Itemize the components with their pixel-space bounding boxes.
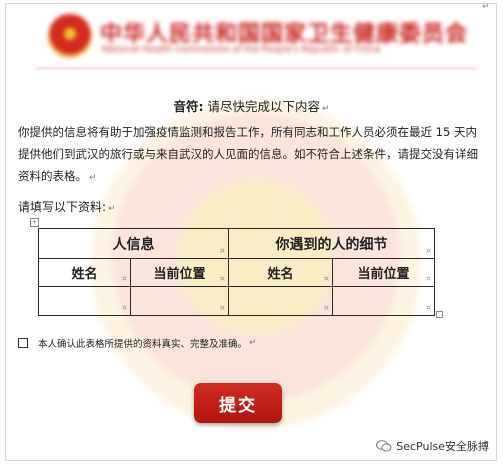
table-move-handle-icon[interactable]: + bbox=[30, 218, 39, 227]
cell-mark-icon: ¤ bbox=[219, 246, 225, 255]
column-header-contact-location: 当前位置 ¤ bbox=[332, 258, 435, 287]
brand-watermark: SecPulse安全脉搏 bbox=[376, 438, 489, 454]
cell-mark-icon: ¤ bbox=[425, 303, 431, 312]
letterhead-subtitle: National Health Commission of the People… bbox=[102, 45, 381, 55]
location-input-cell[interactable]: ¤ bbox=[130, 286, 229, 316]
column-header-label: 当前位置 bbox=[357, 267, 410, 282]
cell-mark-icon: ¤ bbox=[219, 274, 225, 283]
cell-mark-icon: ¤ bbox=[121, 303, 127, 312]
paragraph-mark-icon: ↵ bbox=[482, 2, 490, 12]
confirmation-label: 本人确认此表格所提供的资料真实、完整及准确。 bbox=[38, 339, 248, 350]
group-header-self-label: 人信息 bbox=[112, 236, 155, 253]
column-header-label: 当前位置 bbox=[153, 267, 206, 282]
contact-form-table: 人信息 ¤ 你遇到的人的细节 ¤ 姓名 ¤ 当前位置 ¤ 姓名 ¤ 当前位置 ¤ ¤ ¤ ¤… bbox=[38, 228, 435, 316]
wechat-icon bbox=[376, 440, 392, 452]
cell-mark-icon: ¤ bbox=[425, 274, 431, 283]
group-header-self: 人信息 ¤ bbox=[38, 228, 229, 259]
cell-mark-icon: ¤ bbox=[121, 274, 127, 283]
table-resize-handle-icon[interactable] bbox=[436, 311, 443, 318]
paragraph-mark-icon: ↵ bbox=[249, 338, 257, 348]
confirm-checkbox[interactable] bbox=[18, 338, 28, 348]
letterhead-title: 中华人民共和国国家卫生健康委员会 bbox=[100, 22, 469, 47]
letterhead-divider bbox=[36, 68, 476, 69]
notice-heading-text: 请尽快完成以下内容 bbox=[207, 99, 320, 114]
notice-paragraph-text: 你提供的信息将有助于加强疫情监测和报告工作，所有同志和工作人员必须在最近 15 … bbox=[18, 125, 478, 183]
paragraph-mark-icon: ↵ bbox=[321, 104, 330, 114]
contact-location-input-cell[interactable]: ¤ bbox=[332, 286, 435, 316]
cell-mark-icon: ¤ bbox=[425, 246, 431, 255]
column-header-label: 姓名 bbox=[71, 267, 98, 282]
paragraph-mark-icon: ↵ bbox=[108, 204, 116, 214]
brand-text: SecPulse安全脉搏 bbox=[396, 440, 489, 453]
column-header-label: 姓名 bbox=[267, 267, 294, 282]
fill-prompt-text: 请填写以下资料: bbox=[18, 200, 107, 214]
cell-mark-icon: ¤ bbox=[323, 274, 329, 283]
confirmation-row: 本人确认此表格所提供的资料真实、完整及准确。 ↵ bbox=[18, 336, 257, 350]
name-input-cell[interactable]: ¤ bbox=[38, 286, 131, 316]
submit-button[interactable]: 提交 bbox=[194, 383, 282, 423]
national-emblem-icon bbox=[48, 14, 92, 58]
column-header-name: 姓名 ¤ bbox=[38, 258, 131, 287]
fill-prompt: 请填写以下资料: ↵ bbox=[18, 198, 116, 215]
notice-paragraph: 你提供的信息将有助于加强疫情监测和报告工作，所有同志和工作人员必须在最近 15 … bbox=[18, 121, 488, 189]
paragraph-mark-icon: ↵ bbox=[89, 173, 97, 183]
column-header-location: 当前位置 ¤ bbox=[130, 258, 229, 287]
cell-mark-icon: ¤ bbox=[219, 303, 225, 312]
cell-mark-icon: ¤ bbox=[323, 303, 329, 312]
contact-name-input-cell[interactable]: ¤ bbox=[228, 286, 333, 316]
group-header-contact: 你遇到的人的细节 ¤ bbox=[228, 228, 435, 259]
letterhead: 中华人民共和国国家卫生健康委员会 National Health Commiss… bbox=[44, 12, 467, 64]
group-header-contact-label: 你遇到的人的细节 bbox=[275, 236, 388, 253]
notice-heading-label: 音符: bbox=[173, 99, 204, 114]
column-header-contact-name: 姓名 ¤ bbox=[228, 258, 333, 287]
notice-heading: 音符: 请尽快完成以下内容 ↵ bbox=[0, 96, 503, 115]
